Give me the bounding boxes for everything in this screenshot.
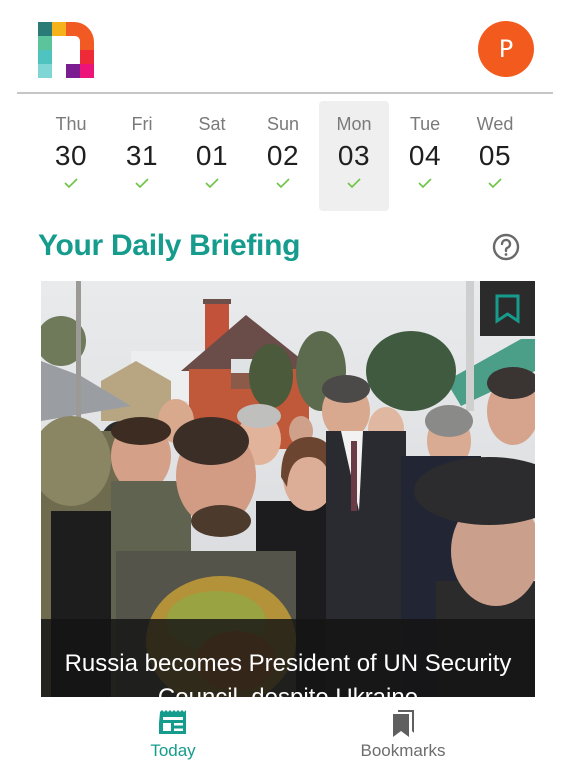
checkmark-icon — [64, 178, 78, 189]
bottom-navigation: Today Bookmarks — [0, 697, 576, 768]
checkmark-icon — [418, 178, 432, 189]
app-header: P — [0, 0, 576, 95]
date-strip: Thu 30 Fri 31 Sat 01 Sun 02 Mon 03 Tue 04 Wed 05 — [38, 101, 538, 211]
profile-avatar[interactable]: P — [478, 21, 534, 77]
story-headline[interactable]: Russia becomes President of UN Security … — [41, 619, 535, 697]
checkmark-icon — [135, 178, 149, 189]
day-of-week: Fri — [131, 114, 153, 134]
date-item-sun[interactable]: Sun 02 — [248, 101, 318, 211]
day-number: 31 — [125, 140, 159, 171]
date-item-thu[interactable]: Thu 30 — [36, 101, 106, 211]
date-item-mon[interactable]: Mon 03 — [319, 101, 389, 211]
day-of-week: Tue — [409, 114, 441, 134]
briefing-header: Your Daily Briefing — [38, 224, 538, 268]
day-of-week: Wed — [476, 114, 514, 134]
date-item-tue[interactable]: Tue 04 — [390, 101, 460, 211]
date-item-fri[interactable]: Fri 31 — [107, 101, 177, 211]
checkmark-icon — [276, 178, 290, 189]
story-card[interactable]: Russia becomes President of UN Security … — [41, 281, 535, 697]
checkmark-icon — [205, 178, 219, 189]
newspaper-icon — [159, 710, 186, 734]
logo-square — [80, 50, 94, 64]
logo-square — [38, 36, 52, 50]
nav-today[interactable]: Today — [73, 697, 273, 768]
day-number: 04 — [408, 140, 442, 171]
day-number: 03 — [337, 140, 371, 171]
help-button[interactable] — [492, 233, 520, 261]
day-number: 02 — [266, 140, 300, 171]
bookmark-button[interactable] — [480, 281, 535, 336]
logo-square — [66, 64, 80, 78]
day-number: 05 — [478, 140, 512, 171]
page-title: Your Daily Briefing — [38, 229, 301, 262]
date-item-sat[interactable]: Sat 01 — [177, 101, 247, 211]
header-divider — [17, 92, 553, 94]
bookmarks-icon — [393, 710, 414, 737]
day-number: 30 — [54, 140, 88, 171]
day-of-week: Sat — [198, 114, 226, 134]
logo-square — [38, 64, 52, 78]
logo-square — [80, 64, 94, 78]
logo-square — [52, 22, 66, 36]
nav-bookmarks[interactable]: Bookmarks — [303, 697, 503, 768]
checkmark-icon — [488, 178, 502, 189]
nav-today-label: Today — [150, 741, 196, 760]
checkmark-icon — [347, 178, 361, 189]
date-item-wed[interactable]: Wed 05 — [460, 101, 530, 211]
nav-bookmarks-label: Bookmarks — [360, 741, 446, 760]
logo-square — [38, 22, 52, 36]
app-logo[interactable] — [38, 22, 94, 78]
bookmark-outline-icon — [495, 294, 520, 324]
logo-square — [66, 36, 80, 50]
question-circle-icon — [492, 233, 520, 261]
day-of-week: Mon — [336, 114, 372, 134]
day-of-week: Thu — [55, 114, 87, 134]
day-number: 01 — [195, 140, 229, 171]
day-of-week: Sun — [266, 114, 300, 134]
logo-square — [38, 50, 52, 64]
